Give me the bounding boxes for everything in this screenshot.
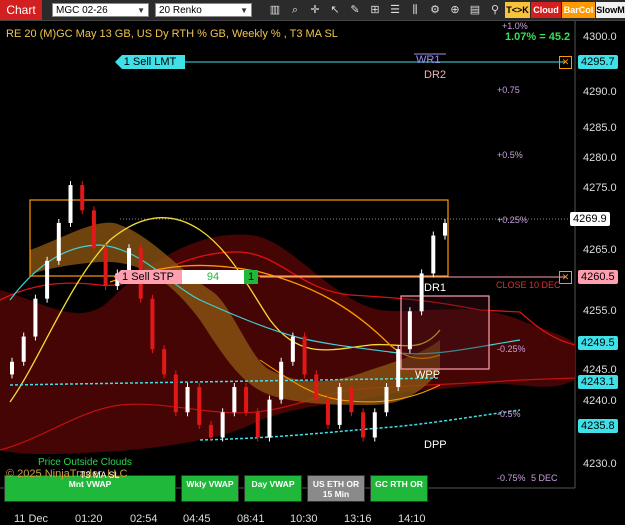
zoom-icon[interactable]: ⊕ <box>448 3 462 17</box>
y-tick: 4285.0 <box>583 122 617 134</box>
pct-label-dec: 5 DEC <box>531 473 558 483</box>
bar-type-value: 20 Renko <box>159 5 202 16</box>
y-tick: 4280.0 <box>583 152 617 164</box>
wkly-vwap-button[interactable]: Wkly VWAP <box>181 475 239 502</box>
pct-label: -0.75% <box>497 473 526 483</box>
price-tag-3: 4235.8 <box>578 419 618 433</box>
pct-label: +0.5% <box>497 150 523 160</box>
y-tick: 4255.0 <box>583 305 617 317</box>
close-label: CLOSE 10 DEC <box>496 280 561 290</box>
magnify-icon[interactable]: ⌕ <box>288 3 302 17</box>
t3-label: T3 MA SL <box>80 470 120 480</box>
y-tick: 4300.0 <box>583 31 617 43</box>
stop-price-tag: 4260.5 <box>578 270 618 284</box>
strategy-icon[interactable]: ⚙ <box>428 3 442 17</box>
x-tick: 13:16 <box>344 513 372 525</box>
chart-panel[interactable]: RE 20 (M)GC May 13 GB, US Dy RTH % GB, W… <box>0 21 625 525</box>
dpp-label: DPP <box>424 439 447 451</box>
tk-button[interactable]: T<>K <box>505 2 530 18</box>
instrument-value: MGC 02-26 <box>56 5 108 16</box>
candle-icon[interactable]: ⫼ <box>408 3 422 17</box>
top-pct-label: +1.0% <box>502 21 528 31</box>
dr2-label: DR2 <box>424 69 447 81</box>
x-tick: 01:20 <box>75 513 103 525</box>
last-price-tag: 4269.9 <box>570 212 610 226</box>
limit-order-cancel[interactable]: ✕ <box>559 56 572 69</box>
chart-canvas[interactable] <box>0 21 625 512</box>
stop-order-label[interactable]: 1 Sell STP <box>114 270 182 284</box>
y-tick: 4275.0 <box>583 182 617 194</box>
stop-order-qty-mid[interactable]: 94 <box>182 270 244 284</box>
bar-type-select[interactable]: 20 Renko ▼ <box>155 3 252 17</box>
dropdown-arrow-icon: ▼ <box>137 6 145 15</box>
barcol-button[interactable]: BarCol <box>562 2 595 18</box>
us-eth-or-label: US ETH OR 15 Min <box>312 479 360 499</box>
dr1-label: DR1 <box>424 282 447 294</box>
wpp-label: WPP <box>415 369 441 381</box>
cloud-button[interactable]: Cloud <box>531 2 561 18</box>
cloud-text: Price Outside Clouds <box>38 457 132 468</box>
gc-rth-or-label: GC RTH OR <box>375 479 423 489</box>
chart-header-title: RE 20 (M)GC May 13 GB, US Dy RTH % GB, W… <box>6 28 338 40</box>
us-eth-or-button[interactable]: US ETH OR 15 Min <box>307 475 365 502</box>
gc-rth-or-button[interactable]: GC RTH OR <box>370 475 428 502</box>
template-icon[interactable]: ⊞ <box>368 3 382 17</box>
wr1-label: WR1 <box>416 54 441 66</box>
y-tick: 4230.0 <box>583 458 617 470</box>
mnt-vwap-label: Mnt VWAP <box>68 479 112 489</box>
price-tag-2: 4243.1 <box>578 375 618 389</box>
wkly-vwap-label: Wkly VWAP <box>186 479 234 489</box>
crosshair-icon[interactable]: ✛ <box>308 3 322 17</box>
x-tick: 08:41 <box>237 513 265 525</box>
pct-label: -0.25% <box>497 344 526 354</box>
instrument-select[interactable]: MGC 02-26 ▼ <box>52 3 149 17</box>
x-tick: 11 Dec <box>14 513 49 525</box>
x-tick: 02:54 <box>130 513 158 525</box>
day-vwap-label: Day VWAP <box>251 479 295 489</box>
properties-icon[interactable]: ☰ <box>388 3 402 17</box>
limit-price-tag: 4295.7 <box>578 55 618 69</box>
slowm-button[interactable]: SlowM <box>596 2 625 18</box>
pct-readout: 1.07% = 45.2 <box>505 31 571 43</box>
price-tag-1: 4249.5 <box>578 336 618 350</box>
x-tick: 14:10 <box>398 513 426 525</box>
bar-chart-icon[interactable]: ▥ <box>268 3 282 17</box>
arrow-icon[interactable]: ↖ <box>328 3 342 17</box>
pct-label: +0.75 <box>497 85 520 95</box>
x-tick: 04:45 <box>183 513 211 525</box>
day-vwap-button[interactable]: Day VWAP <box>244 475 302 502</box>
draw-icon[interactable]: ✎ <box>348 3 362 17</box>
pct-label: -0.5% <box>497 409 521 419</box>
pin-icon[interactable]: ⚲ <box>488 3 502 17</box>
limit-order-label[interactable]: 1 Sell LMT <box>115 55 185 69</box>
y-tick: 4290.0 <box>583 86 617 98</box>
data-box-icon[interactable]: ▤ <box>468 3 482 17</box>
y-tick: 4265.0 <box>583 244 617 256</box>
x-tick: 10:30 <box>290 513 318 525</box>
stop-order-qty[interactable]: 1 <box>244 270 258 284</box>
pink-box <box>400 295 490 370</box>
chart-title-tab[interactable]: Chart <box>0 0 42 20</box>
pct-label: +0.25% <box>497 215 528 225</box>
toolbar: Chart MGC 02-26 ▼ 20 Renko ▼ ▥ ⌕ ✛ ↖ ✎ ⊞… <box>0 0 625 21</box>
y-tick: 4240.0 <box>583 395 617 407</box>
dropdown-arrow-icon: ▼ <box>240 6 248 15</box>
